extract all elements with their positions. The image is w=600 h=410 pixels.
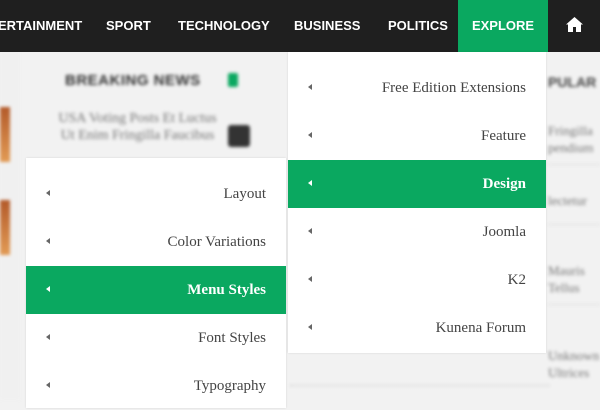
breaking-news-badge: [228, 73, 238, 87]
left-thumbnail-column: [0, 52, 20, 400]
menu-item-label: Feature: [481, 128, 526, 144]
next-arrow-icon[interactable]: [228, 125, 250, 147]
breaking-news-title: BREAKING NEWS: [65, 72, 201, 89]
menu-item-label: Menu Styles: [187, 282, 266, 298]
menu-item-kunena-forum[interactable]: Kunena Forum: [288, 304, 546, 352]
divider: [548, 164, 600, 165]
popular-item[interactable]: lectetur: [548, 192, 600, 209]
thumbnail-image: [0, 200, 10, 255]
nav-item-politics[interactable]: POLITICS: [388, 0, 448, 52]
divider: [548, 304, 600, 305]
arrow-left-icon: [308, 132, 312, 138]
popular-item[interactable]: Mauris Tellus: [548, 262, 600, 296]
nav-item-explore[interactable]: EXPLORE: [458, 0, 548, 52]
arrow-left-icon: [308, 324, 312, 330]
popular-item[interactable]: Fringilla pendium: [548, 122, 600, 156]
arrow-left-icon: [308, 276, 312, 282]
arrow-left-icon: [46, 382, 50, 388]
nav-item-sport[interactable]: SPORT: [106, 0, 151, 52]
menu-item-label: Font Styles: [198, 330, 266, 346]
home-icon: [566, 17, 583, 32]
arrow-left-icon: [308, 228, 312, 234]
popular-title: PULAR: [548, 74, 597, 90]
menu-item-label: K2: [507, 272, 526, 288]
menu-item-label: Kunena Forum: [435, 320, 526, 336]
arrow-left-icon: [46, 190, 50, 196]
menu-item-label: Free Edition Extensions: [381, 80, 526, 96]
nav-item-technology[interactable]: TECHNOLOGY: [178, 0, 270, 52]
menu-item-color-variations[interactable]: Color Variations: [26, 218, 286, 266]
arrow-left-icon: [46, 238, 50, 244]
breaking-news-story[interactable]: USA Voting Posts Et Luctus Ut Enim Fring…: [55, 110, 220, 144]
divider: [290, 385, 550, 386]
main-navigation: ERTAINMENT SPORT TECHNOLOGY BUSINESS POL…: [0, 0, 600, 52]
menu-item-feature[interactable]: Feature: [288, 112, 546, 160]
menu-item-menu-styles[interactable]: Menu Styles: [26, 266, 286, 314]
thumbnail-image: [0, 107, 10, 162]
menu-item-label: Layout: [223, 186, 267, 202]
menu-item-free-edition-extensions[interactable]: Free Edition Extensions: [288, 64, 546, 112]
menu-item-label: Joomla: [482, 224, 526, 240]
arrow-left-icon: [46, 286, 50, 292]
menu-item-layout[interactable]: Layout: [26, 170, 286, 218]
nav-item-entertainment[interactable]: ERTAINMENT: [0, 0, 82, 52]
home-button[interactable]: [548, 0, 600, 52]
menu-item-label: Typography: [193, 378, 266, 394]
menu-item-k2[interactable]: K2: [288, 256, 546, 304]
menu-item-label: Design: [482, 176, 526, 192]
menu-item-joomla[interactable]: Joomla: [288, 208, 546, 256]
design-submenu: Layout Color Variations Menu Styles Font…: [26, 158, 286, 408]
explore-dropdown-menu: Free Edition Extensions Feature Design J…: [288, 52, 546, 353]
popular-item[interactable]: Unknown Ultrices: [548, 347, 600, 381]
arrow-left-icon: [46, 334, 50, 340]
divider: [548, 224, 600, 225]
menu-item-design[interactable]: Design: [288, 160, 546, 208]
arrow-left-icon: [308, 84, 312, 90]
arrow-left-icon: [308, 180, 312, 186]
menu-item-typography[interactable]: Typography: [26, 362, 286, 410]
menu-item-label: Color Variations: [167, 234, 266, 250]
menu-item-font-styles[interactable]: Font Styles: [26, 314, 286, 362]
nav-item-business[interactable]: BUSINESS: [294, 0, 360, 52]
